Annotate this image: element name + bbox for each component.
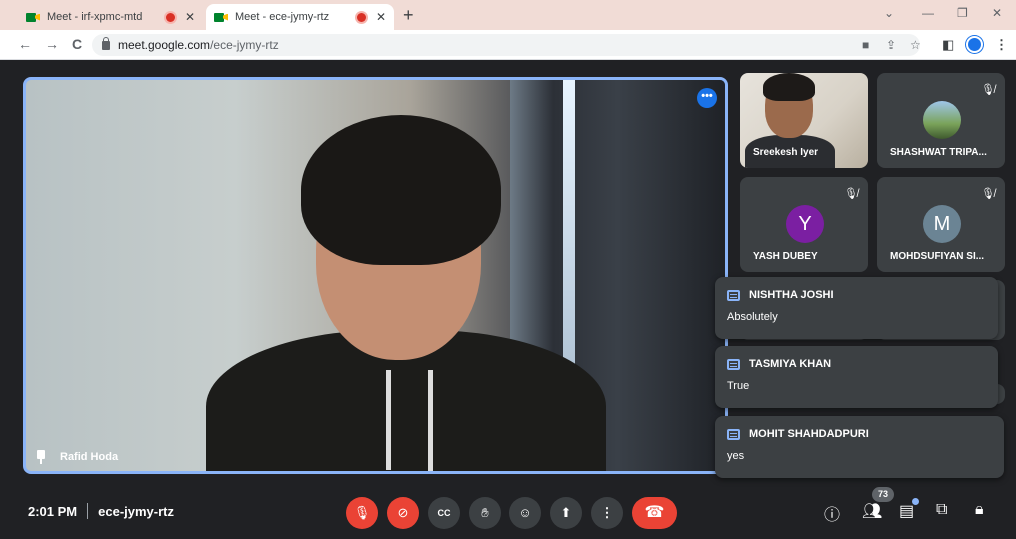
participant-name: SHASHWAT TRIPA... [890, 147, 987, 158]
participant-name: MOHDSUFIYAN SI... [890, 251, 985, 262]
participant-tile[interactable]: Sreekesh Iyer [740, 73, 868, 168]
emoji-icon: ☺ [518, 505, 532, 520]
mic-muted-icon: 🎙︎̸ [844, 188, 858, 200]
side-panel-icon[interactable]: ◧ [942, 37, 954, 53]
participant-tile[interactable]: 🎙︎̸ M MOHDSUFIYAN SI... [877, 177, 1005, 272]
participant-tile[interactable]: 🎙︎̸ Y YASH DUBEY [740, 177, 868, 272]
recording-indicator-icon [165, 12, 175, 22]
profile-avatar[interactable] [966, 36, 983, 53]
participant-avatar: M [923, 205, 961, 243]
participant-tile[interactable]: 🎙︎̸ SHASHWAT TRIPA... [877, 73, 1005, 168]
camera-off-icon: ⊘ [397, 505, 409, 520]
address-bar-row: ← → C meet.google.com/ece-jymy-rtz ■ ⇪ ☆… [0, 30, 1016, 60]
emoji-reaction-button[interactable]: ☺ [509, 497, 541, 529]
browser-tab-bar: Meet - irf-xpmc-mtd ✕ Meet - ece-jymy-rt… [0, 0, 1016, 30]
reload-icon[interactable]: C [72, 36, 82, 52]
chat-notification[interactable]: TASMIYA KHAN True [715, 346, 998, 408]
tab-meet-irf[interactable]: Meet - irf-xpmc-mtd ✕ [18, 4, 203, 30]
bookmark-star-icon[interactable]: ☆ [910, 38, 921, 52]
meeting-info-icon[interactable]: ⓘ [824, 501, 840, 525]
mic-muted-icon: 🎙︎̸ [981, 188, 995, 200]
meeting-details: 2:01 PM ece-jymy-rtz [28, 503, 174, 519]
end-call-button[interactable]: ☎ [632, 497, 677, 529]
tab-meet-ece[interactable]: Meet - ece-jymy-rtz ✕ [206, 4, 394, 30]
tab-search-icon[interactable]: ⌄ [884, 6, 894, 20]
meeting-code: ece-jymy-rtz [98, 503, 175, 519]
mic-muted-icon: 🎙︎̸ [981, 84, 995, 96]
participant-avatar [923, 101, 961, 139]
people-icon[interactable]: 👥︎ [862, 501, 882, 521]
participant-count-badge: 73 [872, 487, 894, 502]
restore-icon[interactable]: ❐ [957, 6, 968, 20]
tab-title: Meet - ece-jymy-rtz [235, 11, 330, 23]
chat-icon [727, 358, 740, 370]
recording-indicator-icon [356, 12, 366, 22]
url-path: /ece-jymy-rtz [210, 38, 279, 52]
chat-notification[interactable]: MOHIT SHAHDADPURI yes [715, 416, 1004, 478]
mic-off-button[interactable]: 🎙︎ [346, 497, 378, 529]
speaker-video [206, 100, 606, 471]
close-tab-icon[interactable]: ✕ [185, 10, 195, 24]
participant-name: YASH DUBEY [753, 251, 818, 262]
tab-title: Meet - irf-xpmc-mtd [47, 11, 143, 23]
close-window-icon[interactable]: ✕ [992, 6, 1002, 20]
chat-sender: TASMIYA KHAN [749, 358, 832, 370]
camera-off-button[interactable]: ⊘ [387, 497, 419, 529]
close-tab-icon[interactable]: ✕ [376, 10, 386, 24]
host-controls-icon[interactable]: 🔒︎ [975, 501, 984, 519]
more-vert-icon: ⋮ [600, 505, 614, 520]
tile-options-button[interactable]: ••• [697, 88, 717, 108]
back-icon[interactable]: ← [18, 36, 32, 52]
present-button[interactable]: ⬆ [550, 497, 582, 529]
activities-icon[interactable]: ⧉ [936, 501, 947, 519]
speaker-name: Rafid Hoda [60, 451, 119, 463]
chat-panel-icon[interactable]: ▤ [899, 501, 914, 521]
meeting-time: 2:01 PM [28, 503, 78, 519]
camera-in-use-icon[interactable]: ■ [862, 38, 869, 52]
participant-name: Sreekesh Iyer [753, 147, 819, 158]
chat-sender: MOHIT SHAHDADPURI [749, 428, 869, 440]
participant-avatar: Y [786, 205, 824, 243]
speaker-name-label: Rafid Hoda [36, 450, 118, 464]
chat-notification[interactable]: NISHTHA JOSHI Absolutely [715, 277, 998, 339]
pin-icon [36, 450, 46, 464]
new-tab-button[interactable]: + [403, 5, 414, 26]
chat-message: True [727, 380, 750, 392]
more-options-button[interactable]: ⋮ [591, 497, 623, 529]
meet-logo-icon [26, 12, 40, 23]
chat-message: yes [727, 450, 745, 462]
unread-chat-dot [912, 498, 919, 505]
divider [87, 503, 89, 519]
meet-logo-icon [214, 12, 228, 23]
minimize-icon[interactable]: — [922, 6, 934, 20]
raise-hand-button[interactable]: ✋︎ [469, 497, 501, 529]
mic-off-icon: 🎙︎ [353, 505, 371, 520]
chat-sender: NISHTHA JOSHI [749, 289, 834, 301]
captions-button[interactable]: CC [428, 497, 460, 529]
present-icon: ⬆ [560, 505, 572, 520]
captions-icon: CC [437, 508, 451, 518]
url-field[interactable]: meet.google.com/ece-jymy-rtz [92, 34, 920, 56]
hand-icon: ✋︎ [481, 505, 489, 520]
lock-icon [102, 36, 110, 50]
main-speaker-tile[interactable]: ••• Rafid Hoda [23, 77, 728, 474]
browser-menu-icon[interactable]: ⋮ [995, 37, 1008, 53]
chat-message: Absolutely [727, 311, 778, 323]
chat-icon [727, 289, 740, 301]
meeting-controls-bar: 2:01 PM ece-jymy-rtz 🎙︎ ⊘ CC ✋︎ ☺ ⬆ ⋮ ☎ … [0, 484, 1016, 539]
share-icon[interactable]: ⇪ [886, 38, 896, 52]
end-call-icon: ☎ [644, 504, 665, 521]
chat-icon [727, 428, 740, 440]
url-host: meet.google.com [118, 38, 211, 52]
forward-icon[interactable]: → [45, 36, 59, 52]
